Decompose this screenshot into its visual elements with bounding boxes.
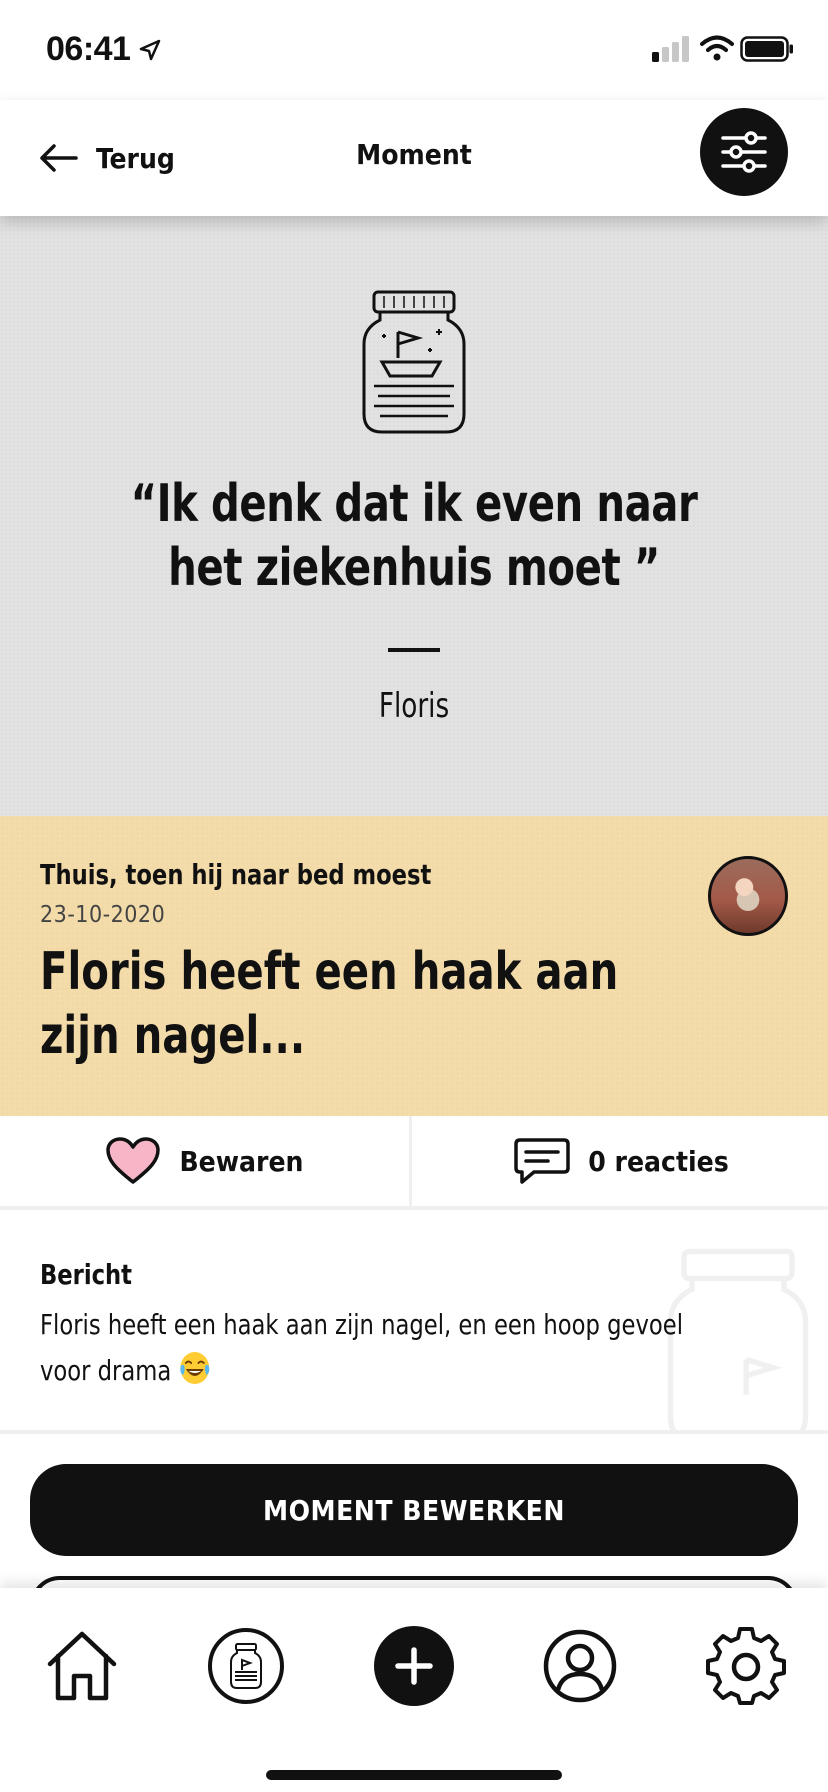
profile-icon — [543, 1629, 617, 1703]
gear-icon — [706, 1627, 786, 1705]
home-indicator — [266, 1770, 562, 1780]
message-body: Floris heeft een haak aan zijn nagel, en… — [40, 1302, 724, 1394]
sliders-icon — [721, 131, 767, 173]
status-time: 06:41 — [46, 30, 131, 68]
filter-button[interactable] — [700, 108, 788, 196]
jar-icon — [208, 1628, 284, 1704]
heart-icon — [106, 1137, 161, 1184]
battery-icon — [740, 36, 793, 62]
tab-add[interactable] — [366, 1618, 462, 1714]
quote-divider — [388, 648, 440, 652]
comment-icon — [514, 1138, 570, 1184]
moment-date: 23-10-2020 — [40, 902, 166, 928]
tab-bar — [0, 1588, 828, 1792]
tab-jar[interactable] — [198, 1618, 294, 1714]
save-label: Bewaren — [179, 1144, 304, 1178]
quote-author: Floris — [378, 686, 450, 726]
action-row: Bewaren 0 reacties — [0, 1116, 828, 1210]
status-bar: 06:41 — [0, 0, 828, 100]
tab-profile[interactable] — [532, 1618, 628, 1714]
message-label: Bericht — [40, 1258, 133, 1291]
moment-location: Thuis, toen hij naar bed moest — [40, 858, 432, 891]
tab-home[interactable] — [34, 1618, 130, 1714]
avatar[interactable] — [708, 856, 788, 936]
wifi-icon — [700, 35, 734, 61]
message-section: Bericht Floris heeft een haak aan zijn n… — [0, 1210, 828, 1434]
plus-icon — [374, 1626, 454, 1706]
location-arrow-icon — [139, 39, 161, 61]
quote-text: “Ik denk dat ik even naar het ziekenhuis… — [130, 474, 698, 598]
tab-settings[interactable] — [698, 1618, 794, 1714]
moment-title: Floris heeft een haak aan zijn nagel... — [40, 942, 619, 1066]
message-text: Floris heeft een haak aan zijn nagel, en… — [40, 1308, 684, 1387]
comments-button[interactable]: 0 reacties — [415, 1116, 828, 1206]
nav-header: Terug Moment — [0, 100, 828, 216]
cellular-signal-icon — [652, 36, 689, 62]
moment-info: Thuis, toen hij naar bed moest 23-10-202… — [0, 816, 828, 1116]
edit-moment-button[interactable]: MOMENT BEWERKEN — [30, 1464, 798, 1556]
save-button[interactable]: Bewaren — [0, 1116, 412, 1206]
comments-label: 0 reacties — [588, 1144, 729, 1178]
home-icon — [47, 1631, 117, 1701]
jar-ship-icon — [362, 290, 466, 434]
quote-hero: “Ik denk dat ik even naar het ziekenhuis… — [0, 216, 828, 816]
laughing-emoji-icon — [180, 1352, 210, 1384]
